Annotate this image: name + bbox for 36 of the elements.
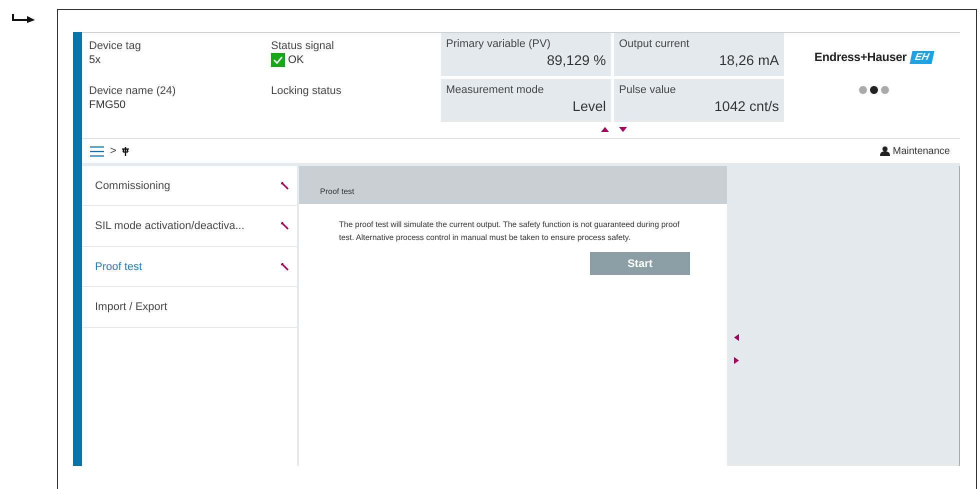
info-message: The proof test will simulate the current output. The safety function is not guaranteed during proof test. Alternative process control in manual must be taken to ensure process safety. (339, 219, 680, 244)
field-label: Device name (24) (89, 84, 177, 98)
menu-item[interactable]: Commissioning (82, 166, 297, 206)
pin-icon[interactable] (122, 146, 130, 156)
field-value: 5x (89, 53, 102, 67)
page-dot[interactable] (880, 86, 888, 94)
tile-label: Measurement mode (446, 84, 545, 96)
page-dot[interactable] (858, 86, 866, 94)
menu-item[interactable]: Import / Export (82, 287, 297, 328)
status-value: OK (288, 53, 304, 67)
menu-item[interactable]: SIL mode activation/deactiva... (82, 206, 297, 247)
field-label: Locking status (271, 84, 342, 98)
user-role: Maintenance (892, 146, 950, 156)
scroll-down-icon[interactable] (619, 127, 627, 132)
tile-label: Primary variable (PV) (446, 38, 552, 50)
collapse-left-icon[interactable] (734, 334, 739, 341)
breadcrumb-separator: > (110, 145, 116, 157)
tile-value: Level (572, 98, 606, 114)
logo-name: Endress+Hauser (814, 50, 907, 64)
page-title-bar: Proof test (299, 166, 727, 204)
field-label: Status signal (271, 39, 335, 53)
tile-value: 89,129 % (546, 52, 606, 68)
menu-item[interactable]: Proof test (82, 247, 297, 287)
return-arrow-icon (12, 14, 35, 23)
menu-icon[interactable] (90, 146, 104, 156)
scroll-up-icon[interactable] (601, 127, 609, 132)
user-icon (880, 146, 890, 156)
field-label: Device tag (89, 39, 142, 53)
expand-right-icon[interactable] (734, 357, 739, 364)
tile-value: 18,26 mA (718, 52, 779, 68)
tile-value: 1042 cnt/s (713, 98, 779, 114)
field-value: FMG50 (89, 98, 127, 112)
tile-label: Output current (619, 38, 690, 50)
page-dot[interactable] (870, 86, 878, 94)
tile-label: Pulse value (619, 84, 677, 96)
logo-mark: EH (909, 50, 934, 64)
